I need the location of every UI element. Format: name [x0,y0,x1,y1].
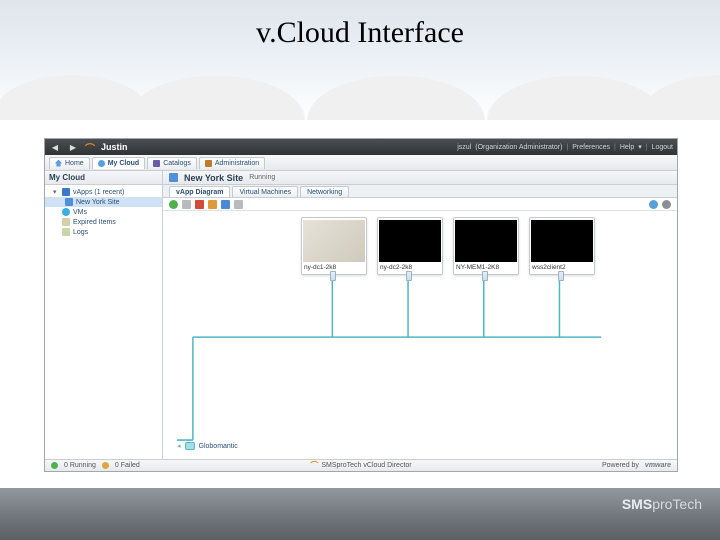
cloud-icon [98,160,105,167]
network-icon [185,442,195,450]
sidebar-item-label: VMs [73,209,87,216]
vm-thumbnail [379,220,441,262]
vm-thumbnail [303,220,365,262]
sidebar: My Cloud ▾ vApps (1 recent) New York Sit… [45,171,163,459]
vcloud-app: ◀ ▶ ⌒ Justin jszul (Organization Adminis… [44,138,678,472]
vmware-logo: vmware [645,462,671,469]
network-label: Globomantic [199,443,238,450]
preferences-link[interactable]: Preferences [572,144,610,151]
sidebar-item-label: Logs [73,229,88,236]
logs-icon [62,228,70,236]
subtab-strip: vApp Diagram Virtual Machines Networking [163,185,677,198]
brandmark: SMSproTech [622,496,702,512]
home-icon [55,160,62,167]
nic-icon [406,271,412,281]
diagram-canvas: ny-dc1-2k8 ny-dc2-2k8 NY-MEM1-2K8 wss2cl… [163,211,677,459]
status-label: Running [249,174,275,181]
running-count[interactable]: 0 Running [64,462,96,469]
subtab-label: Networking [307,189,342,196]
main-header: New York Site Running [163,171,677,185]
more-icon[interactable] [234,200,243,209]
sidebar-item-vms[interactable]: VMs [45,207,162,217]
user-role: (Organization Administrator) [475,144,562,151]
subtab-label: vApp Diagram [176,189,223,196]
tab-label: Home [65,160,84,167]
logo-icon: ⌒ [85,140,95,155]
tab-home[interactable]: Home [49,157,90,169]
failed-count[interactable]: 0 Failed [115,462,140,469]
sidebar-item-expired[interactable]: Expired Items [45,217,162,227]
brand-a: SMS [622,496,652,512]
power-off-icon[interactable] [195,200,204,209]
nic-icon [482,271,488,281]
footer-logo-icon: ⌒ [310,460,318,471]
user-label: jszul [457,144,471,151]
sidebar-item-vapps[interactable]: ▾ vApps (1 recent) [45,187,162,197]
admin-icon [205,160,212,167]
vapps-icon [62,188,70,196]
help-link[interactable]: Help [620,144,634,151]
subtab-networking[interactable]: Networking [300,186,349,197]
failed-dot-icon [102,462,109,469]
primary-tabstrip: Home My Cloud Catalogs Administration [45,155,677,171]
topbar: ◀ ▶ ⌒ Justin jszul (Organization Adminis… [45,139,677,155]
subtab-virtual-machines[interactable]: Virtual Machines [232,186,298,197]
pause-icon[interactable] [182,200,191,209]
page-footer: SMSproTech [0,488,720,540]
settings-icon[interactable] [662,200,671,209]
status-bar: 0 Running 0 Failed ⌒ SMSproTech vCloud D… [45,459,677,471]
power-on-icon[interactable] [169,200,178,209]
subtab-vapp-diagram[interactable]: vApp Diagram [169,186,230,197]
tab-catalogs[interactable]: Catalogs [147,157,197,169]
network-node[interactable]: ◂ Globomantic [177,442,238,450]
catalog-icon [153,160,160,167]
chevron-left-icon: ◂ [177,442,181,450]
reset-icon[interactable] [208,200,217,209]
vapp-header-icon [169,173,178,182]
page-title: New York Site [184,173,243,183]
running-dot-icon [51,462,58,469]
vm-card-ny-mem1[interactable]: NY-MEM1-2K8 [453,217,519,275]
nav-back-button[interactable]: ◀ [49,141,61,153]
tab-my-cloud[interactable]: My Cloud [92,157,146,169]
nic-icon [330,271,336,281]
vm-card-wss2client2[interactable]: wss2client2 [529,217,595,275]
slide-title: v.Cloud Interface [0,0,720,50]
suspend-icon[interactable] [221,200,230,209]
tab-label: My Cloud [108,160,140,167]
expand-icon[interactable]: ▾ [53,188,59,196]
vm-icon [62,208,70,216]
brand-label: Justin [101,142,128,152]
sidebar-item-logs[interactable]: Logs [45,227,162,237]
nic-icon [558,271,564,281]
sidebar-item-new-york-site[interactable]: New York Site [45,197,162,207]
tab-label: Catalogs [163,160,191,167]
sidebar-item-label: Expired Items [73,219,116,226]
subtab-label: Virtual Machines [239,189,291,196]
vm-thumbnail [455,220,517,262]
sidebar-title: My Cloud [45,171,162,185]
vapp-icon [65,198,73,206]
vm-row: ny-dc1-2k8 ny-dc2-2k8 NY-MEM1-2K8 wss2cl… [301,217,595,275]
main-panel: New York Site Running vApp Diagram Virtu… [163,171,677,459]
sidebar-item-label: New York Site [76,199,120,206]
product-label: SMSproTech vCloud Director [321,462,411,469]
powered-by-label: Powered by [602,462,639,469]
vm-card-ny-dc2[interactable]: ny-dc2-2k8 [377,217,443,275]
tab-label: Administration [215,160,259,167]
nav-forward-button[interactable]: ▶ [67,141,79,153]
diagram-toolbar [163,198,677,211]
expired-icon [62,218,70,226]
sidebar-item-label: vApps (1 recent) [73,189,124,196]
refresh-icon[interactable] [649,200,658,209]
sidebar-tree: ▾ vApps (1 recent) New York Site VMs Exp [45,185,162,239]
vm-card-ny-dc1[interactable]: ny-dc1-2k8 [301,217,367,275]
vm-thumbnail [531,220,593,262]
logout-link[interactable]: Logout [652,144,673,151]
brand-b: proTech [652,496,702,512]
tab-administration[interactable]: Administration [199,157,265,169]
